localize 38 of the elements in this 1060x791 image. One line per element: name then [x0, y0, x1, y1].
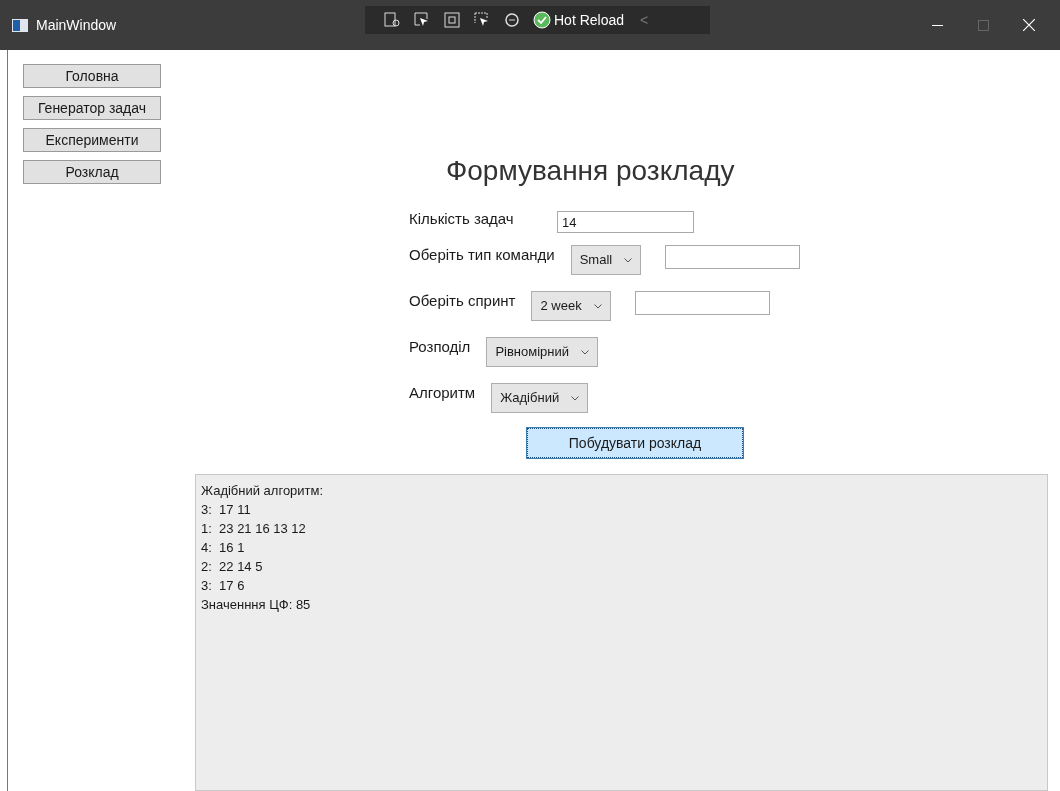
- chevron-down-icon: [593, 303, 602, 309]
- chevron-down-icon: [624, 257, 633, 263]
- nav-button[interactable]: Генератор задач: [23, 96, 161, 120]
- dropdown[interactable]: Жадібний: [491, 383, 589, 413]
- chevron-down-icon: [581, 349, 589, 355]
- field-label: Кількість задач: [409, 208, 515, 229]
- cursor-icon[interactable]: [413, 11, 431, 29]
- square-icon[interactable]: [443, 11, 461, 29]
- window-icon: [12, 18, 28, 32]
- output-line: Жадібний алгоритм:: [201, 482, 325, 500]
- minimize-icon: [931, 24, 943, 26]
- dropdown[interactable]: Рівномірний: [486, 337, 598, 367]
- dropdown[interactable]: Small: [570, 245, 642, 275]
- output-line: 4: 16 1: [201, 539, 246, 557]
- output-line: 2: 22 14 5: [201, 558, 264, 576]
- check-circle-icon: [533, 11, 551, 29]
- hot-reload-button[interactable]: Hot Reload: [533, 9, 625, 31]
- field-label: Розподіл: [409, 336, 472, 357]
- nav-button[interactable]: Розклад: [23, 160, 161, 184]
- field-label: Оберіть спринт: [409, 290, 517, 311]
- dropdown[interactable]: 2 week: [531, 291, 611, 321]
- page-heading: Формування розкладу: [446, 154, 736, 188]
- maximize-icon: [977, 19, 989, 31]
- output-line: 3: 17 6: [201, 577, 246, 595]
- field-label: Оберіть тип команди: [409, 244, 556, 265]
- output-line: 3: 17 11: [201, 501, 252, 519]
- close-icon: [1023, 19, 1035, 31]
- window-title: MainWindow: [36, 15, 117, 35]
- input-field[interactable]: [634, 291, 770, 315]
- build-schedule-button[interactable]: Побудувати розклад: [527, 428, 743, 458]
- nav-button[interactable]: Головна: [23, 64, 161, 88]
- input-field[interactable]: 14: [557, 211, 694, 233]
- field-label: Алгоритм: [409, 382, 477, 403]
- output-line: 1: 23 21 16 13 12: [201, 520, 307, 538]
- output-line: Значенння ЦФ: 85: [201, 596, 312, 614]
- chevron-down-icon: [571, 395, 580, 401]
- input-field[interactable]: [665, 245, 801, 269]
- nav-button[interactable]: Експерименти: [23, 128, 161, 152]
